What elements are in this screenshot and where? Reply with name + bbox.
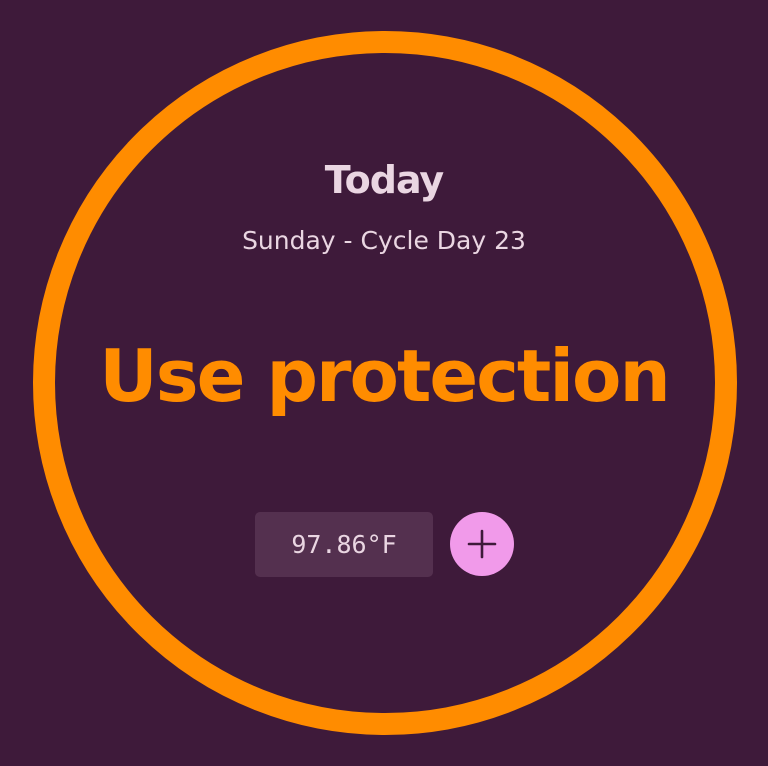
add-temperature-button[interactable] [450,512,514,576]
temperature-value-field[interactable]: 97.86°F [255,512,433,577]
temperature-value: 97.86°F [291,530,397,559]
page-title: Today [324,158,444,202]
plus-icon [467,529,497,559]
fertility-status: Use protection [99,334,670,418]
cycle-day-subtitle: Sunday - Cycle Day 23 [242,226,526,255]
